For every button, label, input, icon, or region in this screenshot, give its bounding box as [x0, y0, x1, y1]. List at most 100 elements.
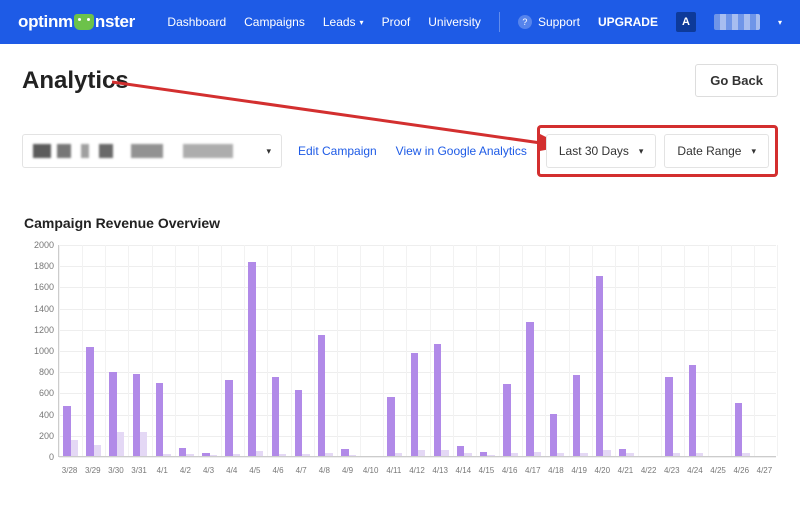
- chart-bar: [256, 451, 263, 456]
- chart-bar: [302, 454, 309, 456]
- username-obscured: [714, 14, 760, 30]
- nav-proof[interactable]: Proof: [382, 15, 411, 29]
- chart-bar: [156, 383, 163, 456]
- main-nav: Dashboard Campaigns Leads▾ Proof Univers…: [167, 12, 782, 32]
- chart-bar: [395, 453, 402, 456]
- nav-upgrade[interactable]: UPGRADE: [598, 15, 658, 29]
- chart-bar: [163, 454, 170, 456]
- x-tick-label: 4/15: [479, 466, 495, 475]
- date-range-label: Date Range: [677, 144, 741, 158]
- y-tick-label: 2000: [18, 240, 54, 250]
- y-tick-label: 1400: [18, 304, 54, 314]
- chart-bar: [86, 347, 93, 456]
- chart-bar: [511, 453, 518, 456]
- nav-leads[interactable]: Leads▾: [323, 15, 364, 29]
- chart-bar: [349, 455, 356, 456]
- controls-row: ▾ Edit Campaign View in Google Analytics…: [22, 125, 778, 177]
- date-preset-label: Last 30 Days: [559, 144, 629, 158]
- chart-bar: [557, 453, 564, 456]
- x-tick-label: 4/26: [733, 466, 749, 475]
- logo-text-pre: optinm: [18, 12, 73, 32]
- chart-bar: [665, 377, 672, 457]
- chart-bar: [580, 453, 587, 456]
- chart-bar: [186, 454, 193, 456]
- chart-bar: [325, 453, 332, 456]
- x-tick-label: 4/4: [226, 466, 237, 475]
- chevron-down-icon: ▾: [360, 18, 364, 27]
- date-preset-select[interactable]: Last 30 Days ▾: [546, 134, 657, 168]
- nav-campaigns[interactable]: Campaigns: [244, 15, 305, 29]
- chart-bar: [202, 453, 209, 456]
- chevron-down-icon[interactable]: ▾: [778, 18, 782, 27]
- chevron-down-icon: ▾: [639, 146, 644, 157]
- avatar[interactable]: A: [676, 12, 696, 32]
- nav-university[interactable]: University: [428, 15, 481, 29]
- chart-bar: [279, 454, 286, 456]
- x-tick-label: 4/24: [687, 466, 703, 475]
- x-tick-label: 4/3: [203, 466, 214, 475]
- chart-bar: [94, 445, 101, 456]
- x-tick-label: 4/18: [548, 466, 564, 475]
- chart-bar: [341, 449, 348, 456]
- y-tick-label: 200: [18, 431, 54, 441]
- chart-bar: [179, 448, 186, 456]
- x-tick-label: 4/13: [432, 466, 448, 475]
- y-tick-label: 1200: [18, 325, 54, 335]
- x-tick-label: 4/23: [664, 466, 680, 475]
- nav-support[interactable]: ?Support: [518, 15, 580, 29]
- chart-bar: [441, 450, 448, 456]
- x-tick-label: 4/11: [386, 466, 401, 475]
- logo[interactable]: optinm nster: [18, 12, 135, 32]
- x-tick-label: 4/12: [409, 466, 425, 475]
- x-tick-label: 4/22: [641, 466, 657, 475]
- chart-bar: [464, 453, 471, 456]
- date-range-select[interactable]: Date Range ▾: [664, 134, 769, 168]
- chevron-down-icon: ▾: [751, 146, 756, 157]
- y-tick-label: 1800: [18, 261, 54, 271]
- chart-bar: [210, 455, 217, 456]
- chart-bar: [550, 414, 557, 456]
- chart-bar: [63, 406, 70, 456]
- y-tick-label: 600: [18, 388, 54, 398]
- chart-bar: [689, 365, 696, 456]
- y-tick-label: 400: [18, 410, 54, 420]
- y-tick-label: 800: [18, 367, 54, 377]
- chart-bar: [387, 397, 394, 456]
- x-tick-label: 4/16: [502, 466, 518, 475]
- chart-bar: [272, 377, 279, 457]
- y-tick-label: 1000: [18, 346, 54, 356]
- x-tick-label: 4/7: [296, 466, 307, 475]
- chart-bar: [735, 403, 742, 456]
- chart-bar: [596, 276, 603, 456]
- go-back-button[interactable]: Go Back: [695, 64, 778, 97]
- x-tick-label: 4/20: [594, 466, 610, 475]
- x-tick-label: 4/2: [180, 466, 191, 475]
- x-tick-label: 3/30: [108, 466, 124, 475]
- x-tick-label: 4/1: [157, 466, 168, 475]
- x-tick-label: 4/19: [571, 466, 587, 475]
- chart-bar: [295, 390, 302, 456]
- edit-campaign-link[interactable]: Edit Campaign: [298, 144, 377, 158]
- campaign-select[interactable]: ▾: [22, 134, 282, 168]
- title-row: Analytics Go Back: [22, 64, 778, 97]
- x-tick-label: 4/17: [525, 466, 541, 475]
- x-tick-label: 4/10: [363, 466, 379, 475]
- chart-bar: [411, 353, 418, 456]
- date-filter-group-highlight: Last 30 Days ▾ Date Range ▾: [537, 125, 778, 177]
- x-tick-label: 3/29: [85, 466, 101, 475]
- x-tick-label: 3/31: [131, 466, 147, 475]
- x-tick-label: 4/25: [710, 466, 726, 475]
- x-tick-label: 4/5: [249, 466, 260, 475]
- chart-bar: [418, 450, 425, 456]
- view-google-analytics-link[interactable]: View in Google Analytics: [396, 144, 527, 158]
- chart-bar: [503, 384, 510, 456]
- chart-bar: [487, 455, 494, 456]
- chart-bar: [457, 446, 464, 456]
- chart-bar: [71, 440, 78, 456]
- chart-bar: [626, 453, 633, 456]
- x-tick-label: 4/9: [342, 466, 353, 475]
- nav-dashboard[interactable]: Dashboard: [167, 15, 226, 29]
- chart-bar: [526, 322, 533, 456]
- revenue-chart: 02004006008001000120014001600180020003/2…: [18, 245, 778, 475]
- x-tick-label: 4/14: [456, 466, 472, 475]
